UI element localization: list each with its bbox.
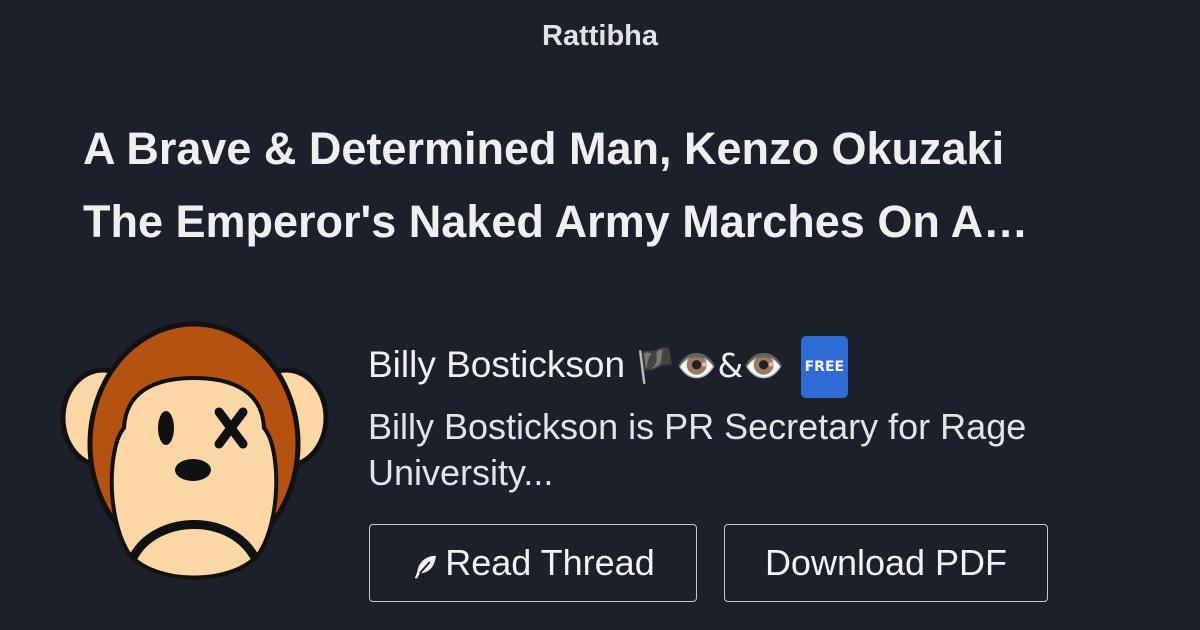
read-thread-label: Read Thread xyxy=(445,542,655,583)
thread-title[interactable]: A Brave & Determined Man, Kenzo Okuzaki … xyxy=(83,112,1123,258)
free-badge: FREE xyxy=(800,336,849,398)
author-line[interactable]: Billy Bostickson 🏴👁️&👁️ FREE xyxy=(368,336,849,398)
author-name: Billy Bostickson xyxy=(368,344,626,385)
author-bio: Billy Bostickson is PR Secretary for Rag… xyxy=(368,406,1027,493)
thread-title-line-1: A Brave & Determined Man, Kenzo Okuzaki xyxy=(83,123,1005,174)
read-thread-button[interactable]: Read Thread xyxy=(369,524,697,602)
author-emoji: 🏴👁️&👁️ xyxy=(635,346,785,385)
download-pdf-button[interactable]: Download PDF xyxy=(724,524,1048,602)
share-card: Rattibha A Brave & Determined Man, Kenzo… xyxy=(0,0,1200,630)
thread-title-line-2: The Emperor's Naked Army Marches On A… xyxy=(83,196,1029,247)
nose xyxy=(175,459,211,481)
left-eye xyxy=(158,411,174,445)
feather-icon xyxy=(415,555,437,579)
sad-monkey-avatar[interactable] xyxy=(56,316,336,596)
brand-name[interactable]: Rattibha xyxy=(0,20,1200,53)
download-pdf-label: Download PDF xyxy=(764,542,1008,583)
